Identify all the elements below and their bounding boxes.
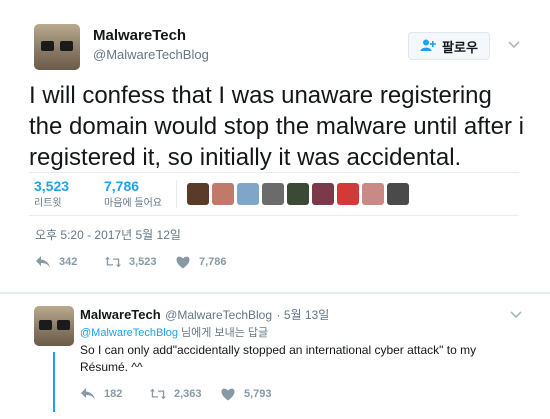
liker-avatar[interactable] xyxy=(337,183,359,205)
retweet-button[interactable]: 3,523 xyxy=(105,255,157,269)
divider xyxy=(29,215,519,216)
reply-retweet-count: 2,363 xyxy=(174,388,202,400)
liker-avatar[interactable] xyxy=(362,183,384,205)
like-button[interactable]: 7,786 xyxy=(175,255,227,269)
liker-avatar[interactable] xyxy=(387,183,409,205)
reply-date[interactable]: · 5월 13일 xyxy=(277,308,330,322)
add-user-icon xyxy=(420,39,436,54)
reply-count: 342 xyxy=(59,256,78,268)
tweet-timestamp[interactable]: 오후 5:20 - 2017년 5월 12일 xyxy=(35,226,181,243)
reply-icon xyxy=(36,256,50,268)
replying-to-suffix: 님에게 보내는 답글 xyxy=(178,327,269,339)
avatar[interactable] xyxy=(34,24,80,70)
replying-to-handle[interactable]: @MalwareTechBlog xyxy=(80,327,178,339)
retweet-count: 3,523 xyxy=(129,256,157,268)
follow-label: 팔로우 xyxy=(442,39,478,55)
divider xyxy=(176,180,177,208)
follow-button[interactable]: 팔로우 xyxy=(408,32,490,60)
reply-header: MalwareTech @MalwareTechBlog · 5월 13일 xyxy=(80,306,329,324)
reply-icon xyxy=(81,388,95,400)
replying-to: @MalwareTechBlog 님에게 보내는 답글 xyxy=(80,324,268,340)
liker-avatar[interactable] xyxy=(212,183,234,205)
liker-avatar[interactable] xyxy=(262,183,284,205)
reply-retweet-button[interactable]: 2,363 xyxy=(150,387,202,401)
retweets-label: 리트윗 xyxy=(34,198,62,209)
reply-reply-button[interactable]: 182 xyxy=(80,387,122,401)
likes-stat[interactable]: 7,786 마음에 들어요 xyxy=(104,178,162,209)
section-divider xyxy=(0,292,550,294)
reply-like-button[interactable]: 5,793 xyxy=(220,387,272,401)
likes-label: 마음에 들어요 xyxy=(104,198,162,209)
reply-chevron-down-icon[interactable] xyxy=(510,308,522,322)
liker-avatar[interactable] xyxy=(237,183,259,205)
reply-avatar[interactable] xyxy=(34,306,74,346)
author-name[interactable]: MalwareTech xyxy=(93,27,186,44)
reply-text: So I can only add"accidentally stopped a… xyxy=(80,343,477,374)
reply-author-name[interactable]: MalwareTech xyxy=(80,307,161,322)
liker-avatar[interactable] xyxy=(187,183,209,205)
heart-icon xyxy=(176,256,190,269)
likes-count: 7,786 xyxy=(104,178,140,194)
liker-avatar[interactable] xyxy=(312,183,334,205)
divider xyxy=(29,172,519,173)
retweet-icon xyxy=(150,388,166,400)
retweets-stat[interactable]: 3,523 리트윗 xyxy=(34,178,69,209)
retweets-count: 3,523 xyxy=(34,178,70,194)
retweet-icon xyxy=(105,256,121,268)
liker-avatar[interactable] xyxy=(287,183,309,205)
heart-icon xyxy=(221,388,235,401)
chevron-down-icon[interactable] xyxy=(508,38,520,52)
thread-line xyxy=(53,352,55,412)
like-count: 7,786 xyxy=(199,256,227,268)
reply-reply-count: 182 xyxy=(104,388,123,400)
reply-button[interactable]: 342 xyxy=(35,255,77,269)
reply-like-count: 5,793 xyxy=(244,388,272,400)
author-handle[interactable]: @MalwareTechBlog xyxy=(93,47,209,62)
reply-author-handle[interactable]: @MalwareTechBlog xyxy=(165,308,272,322)
tweet-text: I will confess that I was unaware regist… xyxy=(29,82,524,171)
